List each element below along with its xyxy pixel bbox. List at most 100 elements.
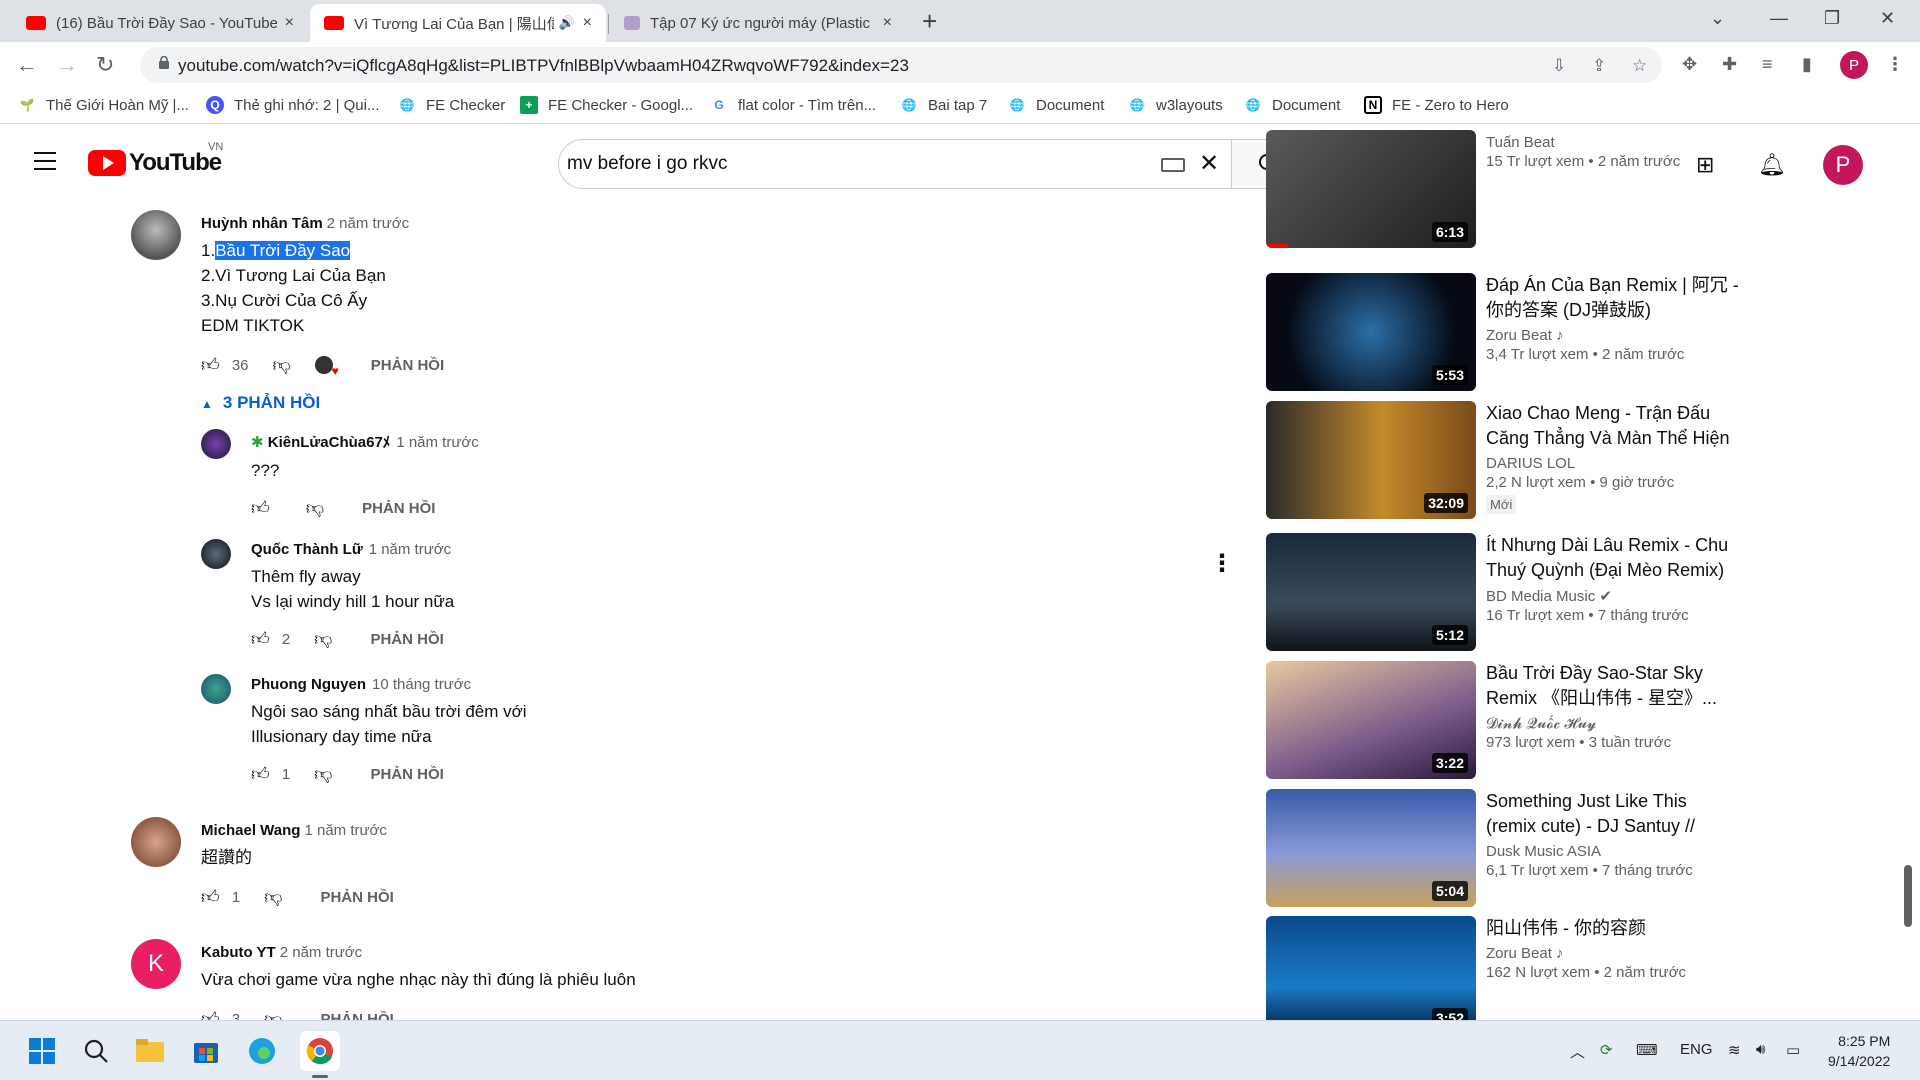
bookmark-item[interactable]: 🌐 w3layouts xyxy=(1128,96,1223,114)
windows-start-icon[interactable] xyxy=(26,1035,58,1067)
forward-arrow-icon[interactable]: → xyxy=(56,52,78,78)
channel-name[interactable]: BD Media Music ✔ xyxy=(1486,587,1741,605)
comment-time[interactable]: 1 năm trước xyxy=(396,434,478,451)
language-indicator[interactable]: ENG xyxy=(1680,1041,1713,1058)
tab-search-chevron-icon[interactable]: ⌄ xyxy=(1710,8,1725,29)
bookmark-item[interactable]: Gflat color - Tìm trên... xyxy=(710,96,876,114)
clock[interactable]: 8:25 PM 9/14/2022 xyxy=(1828,1031,1890,1071)
restore-icon[interactable]: ❐ xyxy=(1824,8,1840,29)
edge-icon[interactable] xyxy=(246,1035,278,1067)
dislike-icon[interactable]: 👎︎ xyxy=(264,886,282,908)
like-icon[interactable]: 👍︎ xyxy=(201,354,220,376)
account-avatar[interactable]: P xyxy=(1823,145,1863,185)
speaker-icon[interactable]: 🔊 xyxy=(558,15,574,31)
notifications-bell-icon[interactable]: 🔔︎ xyxy=(1758,152,1786,178)
video-thumbnail[interactable]: 32:09 xyxy=(1266,401,1476,519)
avatar[interactable] xyxy=(131,210,181,260)
avatar[interactable] xyxy=(201,539,231,569)
comment-time[interactable]: 1 năm trước xyxy=(304,822,386,839)
file-explorer-icon[interactable] xyxy=(134,1035,166,1067)
install-app-icon[interactable]: ⇩ xyxy=(1552,56,1566,76)
video-thumbnail[interactable]: 3:52 xyxy=(1266,916,1476,1020)
reply-button[interactable]: PHẢN HỒI xyxy=(362,500,435,517)
window-close-icon[interactable]: ✕ xyxy=(1880,8,1895,29)
comment-author[interactable]: Quốc Thành Lữ xyxy=(251,541,363,558)
tab-youtube-vi-tuong-lai[interactable]: Vì Tương Lai Của Bạn | 陽山偉 🔊 × xyxy=(310,4,606,42)
dislike-icon[interactable]: 👎︎ xyxy=(314,628,332,650)
bookmark-item[interactable]: 🌐 Document xyxy=(1244,96,1341,114)
avatar[interactable]: K xyxy=(131,939,181,989)
video-card[interactable]: 3:22 Bầu Trời Đầy Sao-Star Sky Remix 《阳山… xyxy=(1266,661,1746,779)
youtube-logo[interactable]: YouTube VN xyxy=(88,141,223,177)
close-icon[interactable]: × xyxy=(883,14,892,32)
hamburger-menu-icon[interactable] xyxy=(34,152,56,176)
channel-name[interactable]: Dusk Music ASIA xyxy=(1486,843,1741,860)
video-card[interactable]: 6:13 Tuấn Beat 15 Tr lượt xem • 2 năm trư… xyxy=(1266,130,1746,248)
channel-name[interactable]: Zoru Beat ♪ xyxy=(1486,945,1741,962)
video-thumbnail[interactable]: 5:53 xyxy=(1266,273,1476,391)
comment-action-menu-icon[interactable]: ⋮ xyxy=(1210,549,1234,578)
comment-time[interactable]: 10 tháng trước xyxy=(372,676,471,693)
like-icon[interactable]: 👍︎ xyxy=(201,1008,220,1020)
tab-youtube-bau-troi[interactable]: (16) Bầu Trời Đầy Sao - YouTube × xyxy=(12,4,308,42)
dislike-icon[interactable]: 👎︎ xyxy=(273,354,291,376)
avatar[interactable] xyxy=(201,429,231,459)
bookmark-item[interactable]: N FE - Zero to Hero xyxy=(1364,96,1509,114)
reply-button[interactable]: PHẢN HỒI xyxy=(320,889,393,906)
video-title[interactable]: Bầu Trời Đầy Sao-Star Sky Remix 《阳山伟伟 - … xyxy=(1486,661,1741,711)
search-query-text[interactable]: mv before i go rkvc xyxy=(567,153,728,175)
like-icon[interactable]: 👍︎ xyxy=(201,886,220,908)
video-card[interactable]: 5:12 Ít Nhưng Dài Lâu Remix - Chu Thuý Q… xyxy=(1266,533,1746,651)
share-icon[interactable]: ⇪ xyxy=(1592,56,1606,76)
toggle-replies-button[interactable]: ▲ 3 PHẢN HỒI xyxy=(201,393,320,413)
dislike-icon[interactable]: 👎︎ xyxy=(306,497,324,519)
keyboard-icon[interactable]: ⌨ xyxy=(1636,1041,1658,1059)
bookmark-item[interactable]: 🌐 FE Checker xyxy=(398,96,506,114)
comment-time[interactable]: 2 năm trước xyxy=(280,944,362,961)
bookmark-item[interactable]: 🌱 Thế Giới Hoàn Mỹ |... xyxy=(18,96,189,114)
video-card[interactable]: 5:53 Đáp Án Của Bạn Remix | 阿冗 - 你的答案 (D… xyxy=(1266,273,1746,391)
video-thumbnail[interactable]: 6:13 xyxy=(1266,130,1476,248)
video-card[interactable]: 32:09 Xiao Chao Meng - Trận Đấu Căng Thẳ… xyxy=(1266,401,1746,519)
bookmark-item[interactable]: 🌐 Document xyxy=(1008,96,1105,114)
reply-button[interactable]: PHẢN HỒI xyxy=(370,766,443,783)
bookmark-item[interactable]: + FE Checker - Googl... xyxy=(520,96,693,114)
address-bar[interactable]: youtube.com/watch?v=iQflcgA8qHg&list=PLI… xyxy=(140,47,1662,83)
reply-button[interactable]: PHẢN HỒI xyxy=(370,631,443,648)
comment-author[interactable]: Phuong Nguyen xyxy=(251,676,366,693)
avatar[interactable] xyxy=(131,817,181,867)
side-panel-icon[interactable]: ▮ xyxy=(1802,54,1812,75)
bookmark-item[interactable]: 🌐 Bai tap 7 xyxy=(900,96,988,114)
like-icon[interactable]: 👍︎ xyxy=(251,497,270,519)
comment-author[interactable]: Huỳnh nhân Tâm xyxy=(201,215,323,232)
clear-search-icon[interactable]: ✕ xyxy=(1199,149,1219,178)
minimize-icon[interactable]: — xyxy=(1770,8,1788,29)
chrome-icon[interactable] xyxy=(300,1031,340,1071)
new-tab-button[interactable]: + xyxy=(922,8,937,34)
video-card[interactable]: 5:04 Something Just Like This (remix cut… xyxy=(1266,789,1746,907)
video-card[interactable]: 3:52 阳山伟伟 - 你的容颜 Zoru Beat ♪ 162 N lượt xe… xyxy=(1266,916,1746,1020)
channel-name[interactable]: 𝓓𝓲𝓷𝓱 𝓠𝓾𝓸̂́𝓬 𝓗𝓾𝔂 xyxy=(1486,715,1741,732)
comment-time[interactable]: 2 năm trước xyxy=(327,215,409,232)
sync-icon[interactable]: ⟳ xyxy=(1600,1041,1613,1059)
page-scrollbar[interactable] xyxy=(1904,865,1912,927)
store-icon[interactable] xyxy=(190,1035,222,1067)
video-thumbnail[interactable]: 3:22 xyxy=(1266,661,1476,779)
reply-button[interactable]: PHẢN HỒI xyxy=(371,357,444,374)
url-text[interactable]: youtube.com/watch?v=iQflcgA8qHg&list=PLI… xyxy=(178,56,909,76)
video-title[interactable]: Ít Nhưng Dài Lâu Remix - Chu Thuý Quỳnh … xyxy=(1486,533,1741,583)
lock-icon[interactable] xyxy=(158,56,170,69)
like-icon[interactable]: 👍︎ xyxy=(251,763,270,785)
comment-author[interactable]: Kabuto YT xyxy=(201,944,276,961)
volume-icon[interactable]: 🔊︎ xyxy=(1756,1041,1765,1058)
comment-author[interactable]: KiênLửaChùa67ﾒ xyxy=(268,434,391,451)
dislike-icon[interactable]: 👎︎ xyxy=(314,763,332,785)
reload-icon[interactable]: ↻ xyxy=(96,52,114,78)
close-icon[interactable]: × xyxy=(583,14,592,32)
like-icon[interactable]: 👍︎ xyxy=(251,628,270,650)
dislike-icon[interactable]: 👎︎ xyxy=(264,1008,282,1020)
channel-name[interactable]: Tuấn Beat xyxy=(1486,134,1741,151)
wifi-icon[interactable]: ≋ xyxy=(1728,1041,1741,1059)
close-icon[interactable]: × xyxy=(285,14,294,32)
search-input[interactable]: mv before i go rkvc ✕ xyxy=(558,139,1232,189)
